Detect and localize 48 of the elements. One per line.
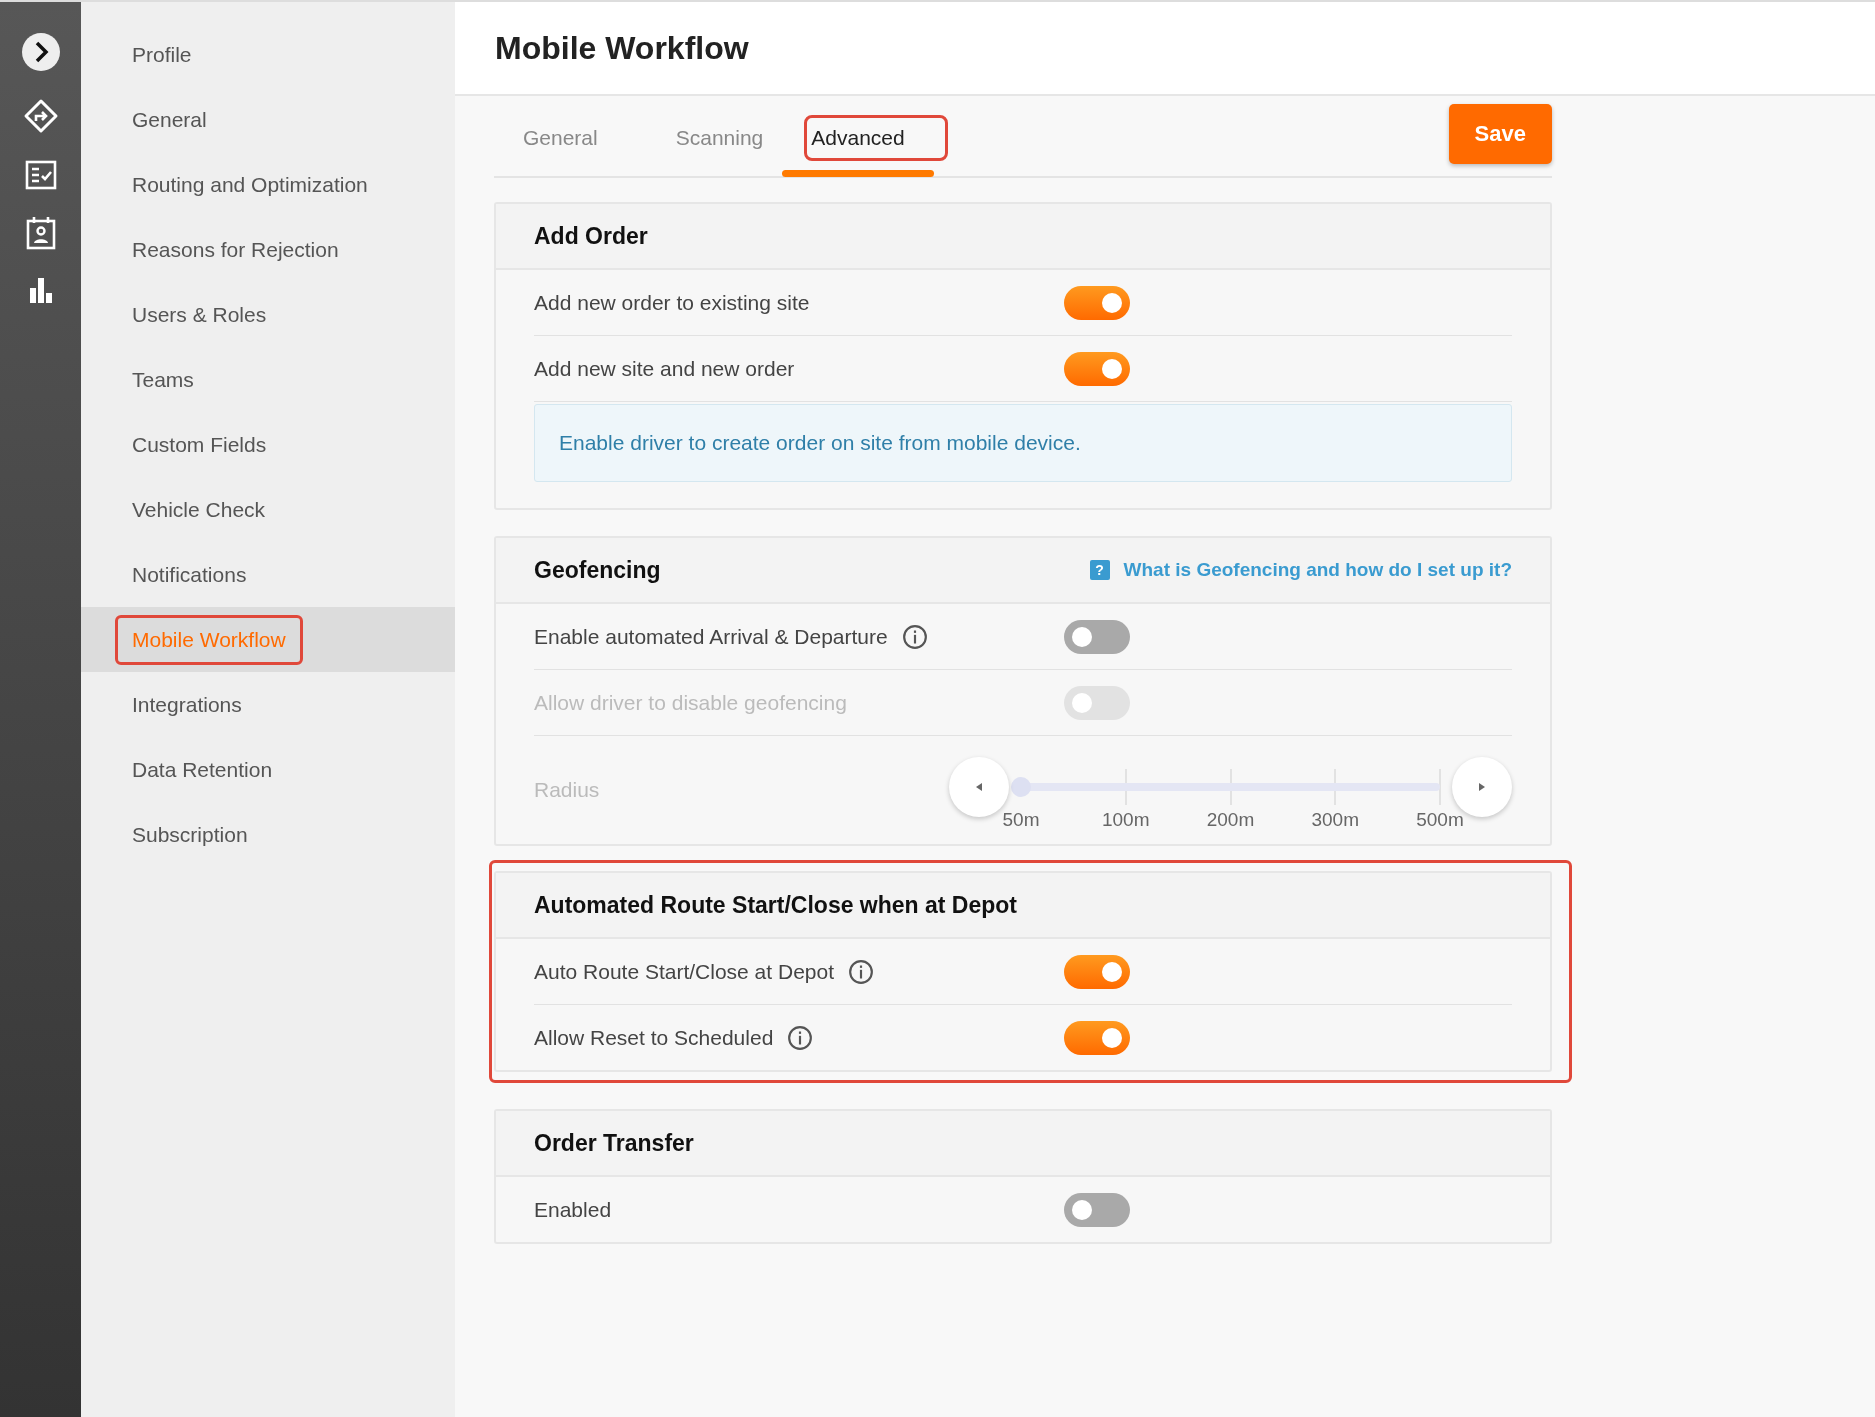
section-title: Automated Route Start/Close when at Depot — [534, 891, 1018, 919]
toggle-switch[interactable] — [1064, 351, 1130, 386]
info-icon[interactable] — [901, 623, 928, 650]
setting-label: Radius — [534, 778, 600, 801]
setting-label: Allow driver to disable geofencing — [534, 690, 847, 715]
info-note: Enable driver to create order on site from mobile device. — [534, 404, 1512, 482]
chevron-right-icon[interactable] — [20, 32, 61, 72]
tick-label: 500m — [1416, 809, 1464, 831]
tick-label: 300m — [1311, 809, 1359, 831]
toggle-switch[interactable] — [1064, 954, 1130, 989]
section-title: Order Transfer — [534, 1129, 694, 1157]
toggle-switch[interactable] — [1064, 1192, 1130, 1227]
checklist-icon[interactable] — [24, 160, 57, 190]
toggle-switch[interactable] — [1064, 1020, 1130, 1055]
tab[interactable]: General — [516, 115, 605, 161]
tab[interactable]: Advanced — [804, 115, 948, 161]
info-icon[interactable] — [848, 958, 874, 985]
sidebar-item[interactable]: Vehicle Check — [115, 484, 283, 535]
sidebar-item[interactable]: Notifications — [115, 549, 264, 600]
sidebar-item[interactable]: Reasons for Rejection — [115, 224, 356, 275]
sidebar-item[interactable]: Teams — [115, 354, 211, 405]
setting-label: Allow Reset to Scheduled — [534, 1025, 774, 1050]
contact-card-icon[interactable] — [25, 216, 56, 250]
setting-label: Auto Route Start/Close at Depot — [534, 959, 834, 984]
route-sign-icon[interactable] — [22, 98, 59, 134]
sidebar-item[interactable]: Data Retention — [115, 744, 290, 795]
sidebar-item[interactable]: General — [115, 94, 224, 145]
help-badge: ? — [1089, 560, 1110, 580]
tick-label: 200m — [1206, 809, 1255, 831]
section-title: Geofencing — [534, 556, 661, 584]
sidebar-item[interactable]: Integrations — [115, 679, 259, 730]
info-icon[interactable] — [787, 1024, 814, 1051]
sidebar-item[interactable]: Routing and Optimization — [115, 159, 385, 210]
toggle-switch[interactable] — [1064, 619, 1130, 654]
section-title: Add Order — [534, 222, 648, 250]
setting-label: Enabled — [534, 1197, 612, 1222]
setting-label: Enable automated Arrival & Departure — [534, 624, 888, 649]
sidebar-item[interactable]: Subscription — [115, 809, 265, 860]
tab[interactable]: Scanning — [668, 115, 771, 161]
sidebar-item[interactable]: Users & Roles — [115, 289, 284, 340]
tick-label: 100m — [1102, 809, 1150, 831]
page-title: Mobile Workflow — [495, 29, 749, 67]
sidebar-item[interactable]: Custom Fields — [115, 419, 284, 470]
setting-label: Add new order to existing site — [534, 290, 810, 315]
toggle-switch[interactable] — [1064, 285, 1130, 320]
tick-label: 50m — [1002, 809, 1040, 831]
setting-label: Add new site and new order — [534, 356, 795, 381]
sidebar-item[interactable]: Profile — [115, 29, 209, 80]
